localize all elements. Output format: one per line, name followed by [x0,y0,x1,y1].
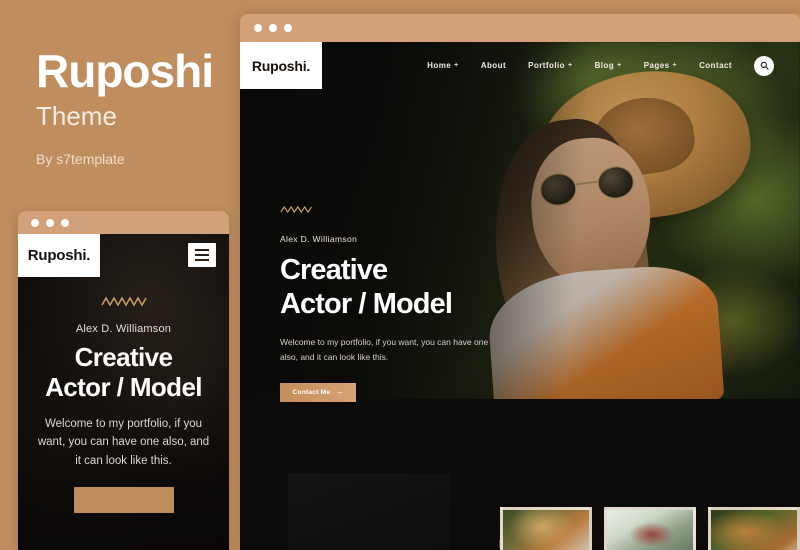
promo-author: By s7template [36,150,125,167]
search-button[interactable] [754,55,774,76]
window-dot-maximize[interactable] [284,24,292,32]
thumbnail-item[interactable] [708,507,800,550]
mobile-hero-heading-line-1: Creative [74,342,173,372]
mobile-viewport: Ruposhi. Alex D. Williamson Creative Act… [18,234,229,550]
mobile-hero-eyebrow: Alex D. Williamson [75,323,172,335]
nav-item-about[interactable]: About [481,61,506,70]
mobile-hero-heading: Creative Actor / Model [30,342,217,403]
nav-label-portfolio: Portfolio [528,61,566,70]
nav-label-about: About [480,61,507,70]
zigzag-ornament-icon [280,205,312,214]
hero-heading-line-2: Actor / Model [280,288,453,321]
nav-label-home: Home [427,61,452,70]
hamburger-icon-bar [195,254,209,256]
mobile-window-chrome [18,211,229,234]
nav-item-portfolio[interactable]: Portfolio + [528,61,572,70]
nav-item-blog[interactable]: Blog + [595,61,622,70]
promo-title: Ruposhi [36,45,214,97]
contact-me-button[interactable]: Contact Me → [280,382,356,402]
hamburger-icon-bar [195,249,209,251]
desktop-window-chrome [240,14,800,42]
mobile-hero-content: Alex D. Williamson Creative Actor / Mode… [18,278,229,513]
primary-nav: Home + About Portfolio + Blog + Pages + [322,55,800,76]
chevron-down-icon: + [672,62,678,69]
thumbnail-item[interactable] [500,507,592,550]
promo-subtitle: Theme [36,101,117,131]
window-dot-close[interactable] [31,218,39,227]
mobile-hero-description: Welcome to my portfolio, if you want, yo… [37,417,210,468]
thumbnail-item[interactable] [604,507,696,550]
hero-content: Alex D. Williamson Creative Actor / Mode… [280,202,520,402]
chevron-down-icon: + [454,62,459,69]
nav-item-contact[interactable]: Contact [699,61,732,70]
hero-description: Welcome to my portfolio, if you want, yo… [280,337,489,363]
window-dot-maximize[interactable] [61,218,69,227]
nav-label-blog: Blog [594,61,615,70]
contact-me-label: Contact Me [292,388,331,396]
mobile-hero-heading-line-2: Actor / Model [45,372,202,403]
nav-label-contact: Contact [699,61,732,70]
zigzag-ornament-icon [100,296,147,307]
window-dot-close[interactable] [254,24,262,32]
nav-label-pages: Pages [643,61,670,70]
desktop-navbar: Ruposhi. Home + About Portfolio + Blog + [240,42,800,89]
search-icon [760,61,769,70]
mobile-site-logo[interactable]: Ruposhi. [18,234,100,277]
hero-heading-line-1: Creative [280,254,388,286]
site-logo[interactable]: Ruposhi. [240,42,322,89]
arrow-right-icon: → [335,387,344,397]
hero-eyebrow: Alex D. Williamson [280,234,358,244]
mobile-browser-mockup: Ruposhi. Alex D. Williamson Creative Act… [18,211,229,550]
mobile-contact-me-button[interactable] [73,486,174,513]
hamburger-icon-bar [195,259,209,261]
desktop-viewport: Ruposhi. Home + About Portfolio + Blog + [240,42,800,550]
nav-item-home[interactable]: Home + [427,61,459,70]
mobile-site-logo-text: Ruposhi. [27,247,91,264]
chevron-down-icon: + [568,62,573,69]
hero-heading: Creative Actor / Model [280,253,520,321]
hamburger-menu-button[interactable] [188,243,216,267]
site-logo-text: Ruposhi. [251,57,311,74]
desktop-browser-mockup: Ruposhi. Home + About Portfolio + Blog + [240,14,800,550]
chevron-down-icon: + [617,62,622,69]
thumbnail-carousel [500,507,800,550]
window-dot-minimize[interactable] [269,24,277,32]
window-dot-minimize[interactable] [46,218,54,227]
nav-item-pages[interactable]: Pages + [644,61,677,70]
